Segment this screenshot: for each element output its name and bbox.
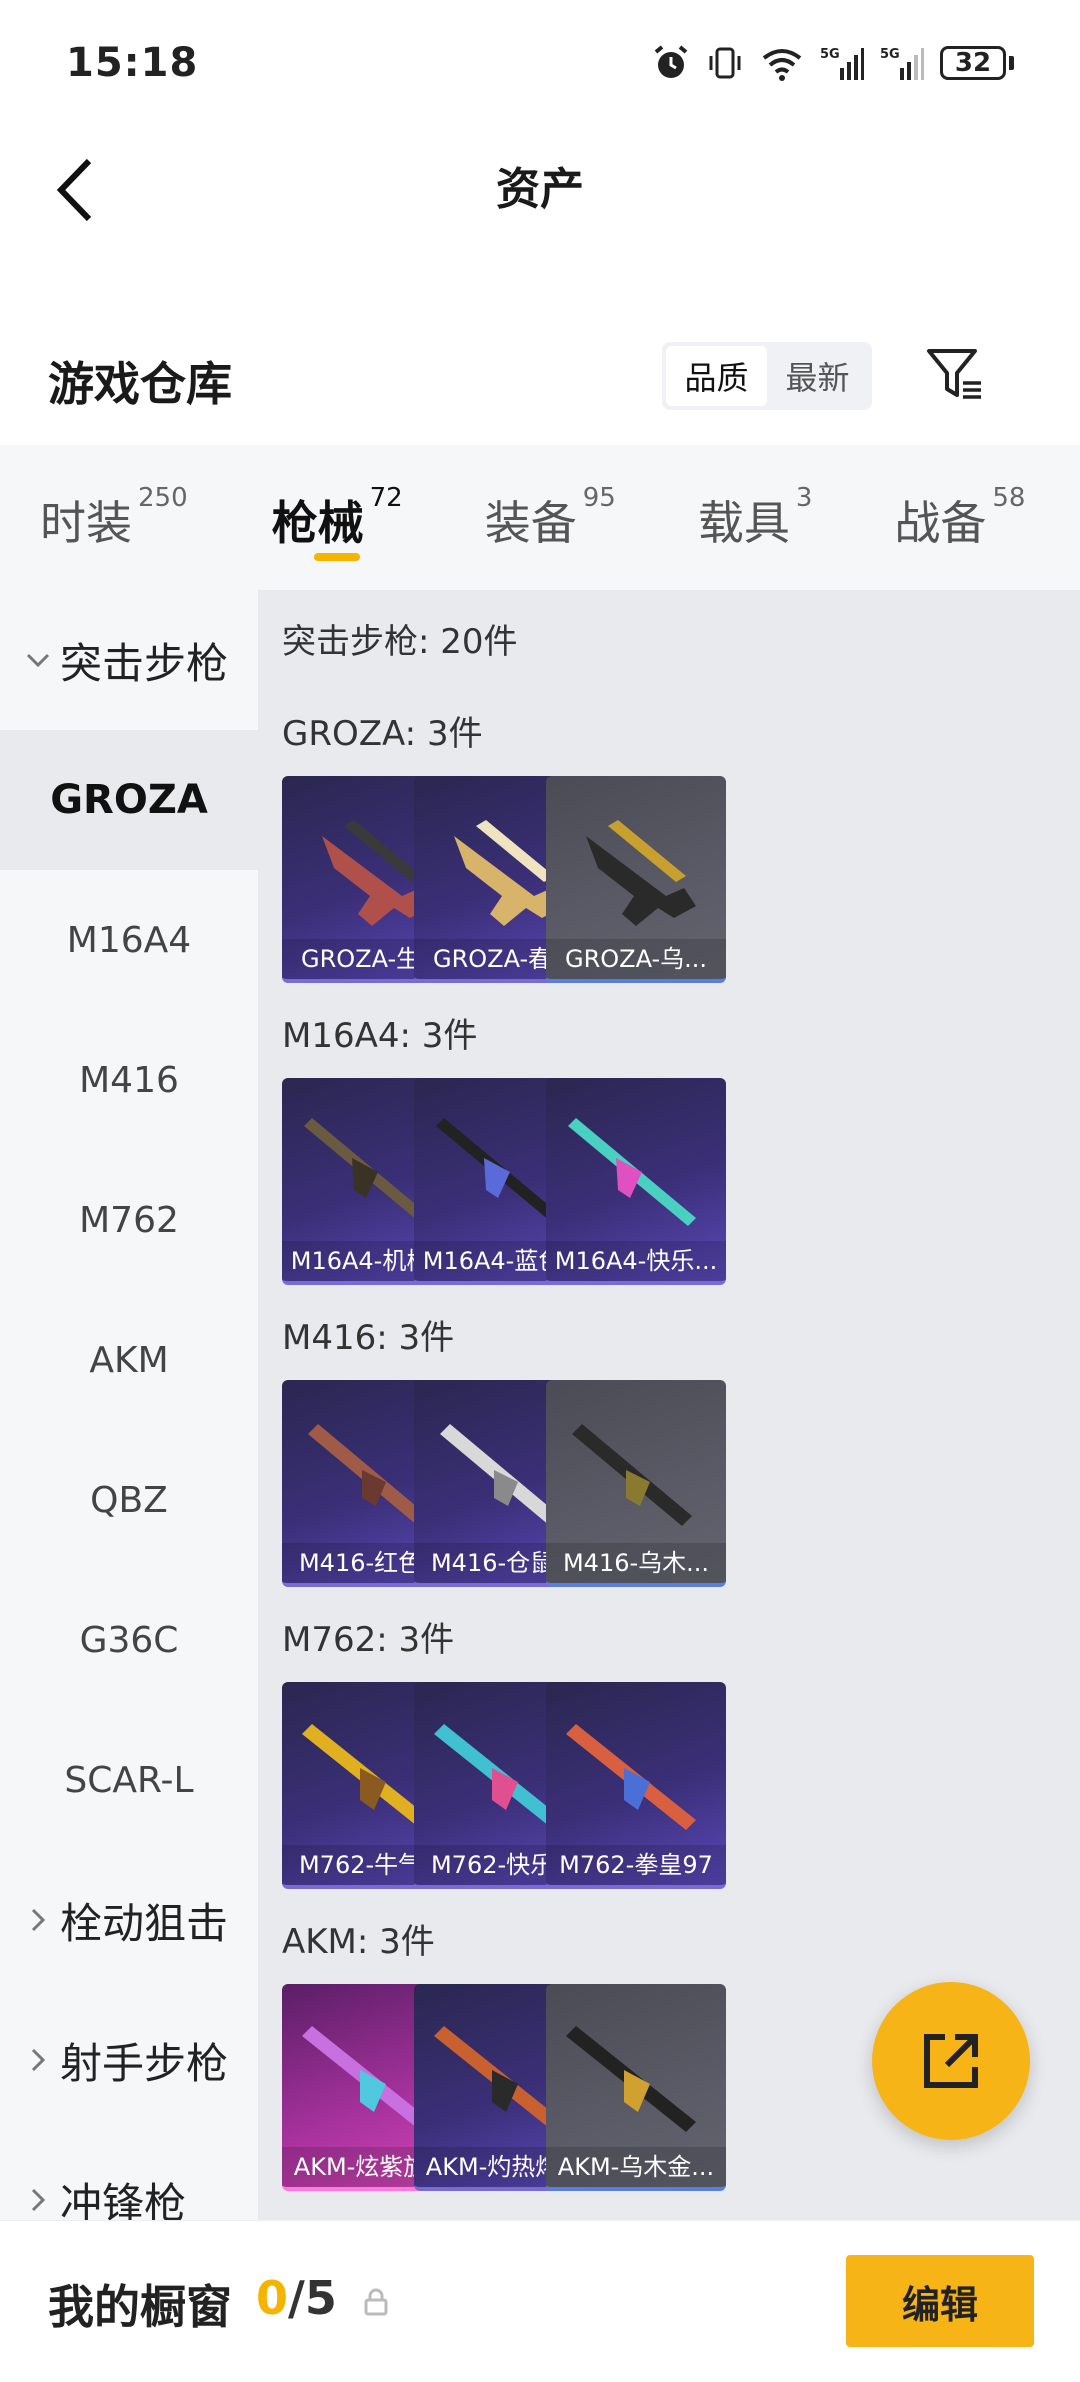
sidebar-item-m16a4[interactable]: M16A4	[0, 870, 258, 1010]
tab-count: 3	[795, 483, 813, 513]
warehouse-title: 游戏仓库	[48, 357, 232, 411]
tab-count: 95	[582, 483, 616, 513]
battery-level: 32	[940, 45, 1006, 80]
sidebar-item-m416[interactable]: M416	[0, 1010, 258, 1150]
category-summary: 突击步枪: 20件	[282, 622, 518, 662]
gun-skin-image	[568, 1118, 696, 1226]
sidebar-group-smgs[interactable]: 冲锋枪	[0, 2130, 258, 2220]
gun-skin-image	[566, 1724, 696, 1830]
active-tab-indicator	[314, 553, 361, 561]
external-link-icon	[924, 2034, 978, 2088]
card-label: M16A4-快乐...	[546, 1241, 726, 1281]
weapon-card[interactable]: M762-拳皇97	[546, 1682, 726, 1889]
sidebar-item-groza[interactable]: GROZA	[0, 730, 258, 870]
sidebar-group-marksman-rifles[interactable]: 射手步枪	[0, 1990, 258, 2130]
vibrate-icon	[709, 47, 741, 78]
signal-5g-icon: 5G	[820, 47, 864, 80]
section-title-groza: GROZA: 3件	[282, 714, 483, 754]
sort-newest-button[interactable]: 最新	[767, 346, 868, 406]
weapon-grid: 突击步枪: 20件 GROZA: 3件 GROZA-生... GROZA-春..…	[258, 590, 1080, 2220]
tab-equipment[interactable]: 装备 95	[485, 445, 616, 590]
sidebar-group-label: 突击步枪	[60, 638, 229, 688]
tab-label: 载具	[697, 496, 790, 550]
sidebar-group-label: 冲锋枪	[60, 2178, 187, 2221]
tab-count: 58	[992, 483, 1026, 513]
showcase-count: 0/5	[256, 2271, 337, 2325]
sidebar-group-bolt-snipers[interactable]: 栓动狙击	[0, 1850, 258, 1990]
sidebar-item-akm[interactable]: AKM	[0, 1290, 258, 1430]
showcase-label: 我的橱窗	[48, 2280, 232, 2334]
bottom-bar: 我的橱窗 0/5 编辑	[0, 2220, 1080, 2382]
chevron-right-icon	[20, 2187, 56, 2213]
card-label: GROZA-乌...	[546, 939, 726, 979]
tab-count: 250	[138, 483, 188, 513]
gun-skin-image	[572, 1424, 692, 1526]
sort-toggle: 品质 最新	[662, 342, 872, 410]
card-label: M762-拳皇97	[546, 1845, 726, 1885]
gun-skin-image	[566, 2026, 696, 2132]
chevron-down-icon	[20, 651, 56, 669]
showcase-count-current: 0	[256, 2271, 289, 2325]
sidebar-item-m762[interactable]: M762	[0, 1150, 258, 1290]
tab-supplies[interactable]: 战备 58	[894, 445, 1025, 590]
svg-text:5G: 5G	[880, 47, 900, 62]
sidebar-item-scar-l[interactable]: SCAR-L	[0, 1710, 258, 1850]
section-title-m762: M762: 3件	[282, 1620, 455, 1660]
section-title-m416: M416: 3件	[282, 1318, 455, 1358]
filter-icon	[927, 349, 981, 399]
status-icons: 5G 5G 32	[652, 44, 1014, 82]
edit-button[interactable]: 编辑	[846, 2255, 1034, 2347]
alarm-icon	[654, 44, 688, 78]
lock-icon	[364, 2288, 388, 2316]
tab-label: 枪械	[271, 496, 364, 550]
sidebar: 突击步枪 GROZA M16A4 M416 M762 AKM QBZ G36C …	[0, 590, 258, 2220]
sidebar-group-label: 射手步枪	[60, 2038, 229, 2088]
warehouse-bar: 游戏仓库 品质 最新	[0, 320, 1080, 440]
sort-quality-button[interactable]: 品质	[666, 346, 767, 406]
svg-text:5G: 5G	[820, 47, 840, 62]
wifi-icon	[762, 48, 802, 81]
weapon-card[interactable]: M16A4-快乐...	[546, 1078, 726, 1285]
tab-vehicles[interactable]: 载具 3	[698, 445, 813, 590]
weapon-card[interactable]: AKM-乌木金...	[546, 1984, 726, 2191]
section-title-akm: AKM: 3件	[282, 1922, 435, 1962]
battery-indicator: 32	[940, 45, 1014, 80]
header: 资产	[0, 125, 1080, 255]
tab-label: 装备	[484, 496, 577, 550]
tab-label: 时装	[40, 496, 132, 550]
card-label: AKM-乌木金...	[546, 2147, 726, 2187]
weapon-card[interactable]: GROZA-乌...	[546, 776, 726, 983]
filter-button[interactable]	[920, 340, 990, 410]
weapon-card[interactable]: M416-乌木...	[546, 1380, 726, 1587]
sidebar-group-label: 栓动狙击	[60, 1898, 229, 1948]
signal-5g-icon-2: 5G	[880, 47, 924, 80]
tab-count: 72	[369, 483, 403, 513]
sidebar-group-assault-rifles[interactable]: 突击步枪	[0, 590, 258, 730]
chevron-right-icon	[20, 1907, 56, 1933]
category-tabs: 时装 250 枪械 72 装备 95 载具 3 战备 58	[0, 445, 1080, 590]
status-time: 15:18	[66, 39, 199, 86]
tab-guns[interactable]: 枪械 72	[272, 445, 403, 590]
card-label: M416-乌木...	[546, 1543, 726, 1583]
chevron-right-icon	[20, 2047, 56, 2073]
tab-label: 战备	[894, 496, 987, 550]
page-title: 资产	[496, 164, 584, 215]
status-bar: 15:18 5G 5G 32	[0, 0, 1080, 125]
tab-fashion[interactable]: 时装 250	[40, 445, 188, 590]
sidebar-item-qbz[interactable]: QBZ	[0, 1430, 258, 1570]
sidebar-item-g36c[interactable]: G36C	[0, 1570, 258, 1710]
share-button[interactable]	[872, 1982, 1030, 2140]
gun-skin-image	[586, 820, 696, 926]
section-title-m16a4: M16A4: 3件	[282, 1016, 478, 1056]
showcase-count-max: /5	[288, 2271, 337, 2325]
